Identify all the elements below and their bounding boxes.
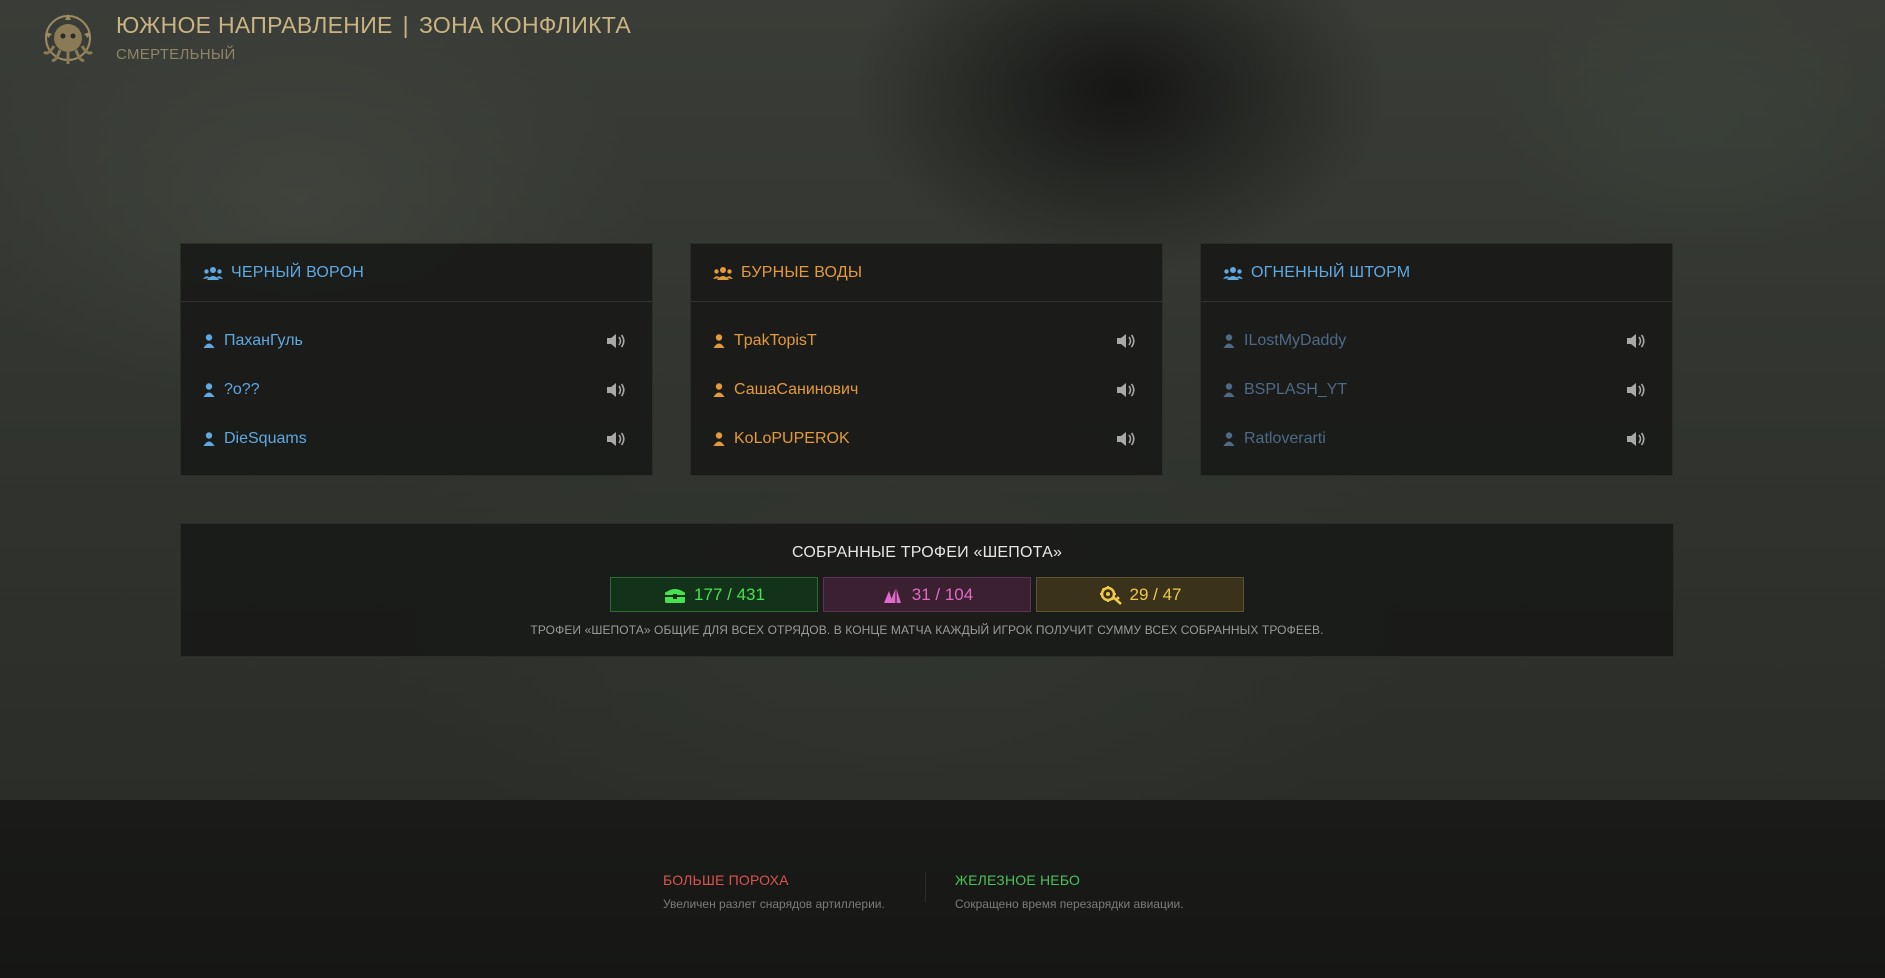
trophy-count: 177 / 431 bbox=[694, 584, 765, 604]
title-separator: | bbox=[402, 12, 409, 38]
bottom-panel bbox=[0, 800, 1885, 978]
group-icon bbox=[713, 266, 733, 280]
player-row[interactable]: СашаСанинович bbox=[713, 375, 1136, 405]
kraken-emblem-icon bbox=[40, 12, 96, 66]
title-mode: ЗОНА КОНФЛИКТА bbox=[418, 12, 632, 38]
player-name: TpakTopisT bbox=[734, 332, 817, 349]
player-row[interactable]: Ratloverarti bbox=[1223, 424, 1646, 454]
player-icon bbox=[713, 383, 725, 397]
player-icon bbox=[203, 334, 215, 348]
squad-name: ЧЕРНЫЙ ВОРОН bbox=[231, 263, 364, 281]
group-icon bbox=[1223, 266, 1243, 280]
squad-panel-black-raven: ЧЕРНЫЙ ВОРОН ПаханГуль ?o?? DieSquams bbox=[180, 243, 653, 476]
speaker-icon[interactable] bbox=[606, 382, 626, 398]
chest-icon bbox=[665, 588, 686, 603]
trophies-panel: СОБРАННЫЕ ТРОФЕИ «ШЕПОТА» 177 / 431 31 /… bbox=[180, 523, 1674, 657]
speaker-icon[interactable] bbox=[606, 333, 626, 349]
squad-panel-firestorm: ОГНЕННЫЙ ШТОРМ ILostMyDaddy BSPLASH_YT R… bbox=[1200, 243, 1673, 476]
squad-name: ОГНЕННЫЙ ШТОРМ bbox=[1251, 263, 1411, 281]
title-region: ЮЖНОЕ НАПРАВЛЕНИЕ bbox=[116, 12, 393, 38]
player-icon bbox=[203, 383, 215, 397]
player-row[interactable]: DieSquams bbox=[203, 424, 626, 454]
speaker-icon[interactable] bbox=[1626, 382, 1646, 398]
player-row[interactable]: ?o?? bbox=[203, 375, 626, 405]
speaker-icon[interactable] bbox=[1116, 431, 1136, 447]
player-name: СашаСанинович bbox=[734, 381, 859, 398]
speaker-icon[interactable] bbox=[606, 431, 626, 447]
trophy-count: 29 / 47 bbox=[1129, 584, 1182, 604]
page-title: ЮЖНОЕ НАПРАВЛЕНИЕ | ЗОНА КОНФЛИКТА bbox=[116, 12, 631, 39]
difficulty-label: СМЕРТЕЛЬНЫЙ bbox=[116, 46, 236, 63]
speaker-icon[interactable] bbox=[1626, 431, 1646, 447]
modifier-description: Сокращено время перезарядки авиации. bbox=[955, 897, 1184, 911]
trophy-count: 31 / 104 bbox=[911, 584, 974, 604]
squad-header: БУРНЫЕ ВОДЫ bbox=[691, 244, 1162, 302]
squad-name: БУРНЫЕ ВОДЫ bbox=[741, 263, 863, 281]
speaker-icon[interactable] bbox=[1116, 382, 1136, 398]
modifier-more-powder: БОЛЬШЕ ПОРОХА Увеличен разлет снарядов а… bbox=[663, 872, 885, 911]
modifier-description: Увеличен разлет снарядов артиллерии. bbox=[663, 897, 885, 911]
crystals-icon bbox=[883, 586, 901, 603]
player-name: ПаханГуль bbox=[224, 332, 303, 349]
trophies-title: СОБРАННЫЕ ТРОФЕИ «ШЕПОТА» bbox=[791, 544, 1063, 561]
player-icon bbox=[1223, 432, 1235, 446]
player-name: Ratloverarti bbox=[1244, 430, 1326, 447]
player-icon bbox=[713, 334, 725, 348]
player-row[interactable]: ПаханГуль bbox=[203, 326, 626, 356]
speaker-icon[interactable] bbox=[1626, 333, 1646, 349]
player-icon bbox=[713, 432, 725, 446]
trophies-note: ТРОФЕИ «ШЕПОТА» ОБЩИЕ ДЛЯ ВСЕХ ОТРЯДОВ. … bbox=[530, 623, 1324, 637]
player-icon bbox=[1223, 383, 1235, 397]
squad-header: ОГНЕННЫЙ ШТОРМ bbox=[1201, 244, 1672, 302]
player-icon bbox=[203, 432, 215, 446]
modifier-title: ЖЕЛЕЗНОЕ НЕБО bbox=[955, 872, 1081, 888]
gear-part-icon bbox=[1099, 585, 1122, 605]
player-name: BSPLASH_YT bbox=[1244, 381, 1348, 398]
modifier-divider bbox=[925, 872, 926, 902]
player-name: KoLoPUPEROK bbox=[734, 430, 850, 447]
speaker-icon[interactable] bbox=[1116, 333, 1136, 349]
trophy-counter-parts: 29 / 47 bbox=[1036, 577, 1244, 612]
squad-panel-stormy-waters: БУРНЫЕ ВОДЫ TpakTopisT СашаСанинович KoL… bbox=[690, 243, 1163, 476]
player-icon bbox=[1223, 334, 1235, 348]
player-name: ?o?? bbox=[224, 381, 260, 398]
group-icon bbox=[203, 266, 223, 280]
player-row[interactable]: TpakTopisT bbox=[713, 326, 1136, 356]
modifier-iron-sky: ЖЕЛЕЗНОЕ НЕБО Сокращено время перезарядк… bbox=[955, 872, 1184, 911]
player-row[interactable]: ILostMyDaddy bbox=[1223, 326, 1646, 356]
player-row[interactable]: KoLoPUPEROK bbox=[713, 424, 1136, 454]
trophy-counter-chest: 177 / 431 bbox=[610, 577, 818, 612]
player-name: DieSquams bbox=[224, 430, 307, 447]
modifier-title: БОЛЬШЕ ПОРОХА bbox=[663, 872, 789, 888]
trophy-counter-crystals: 31 / 104 bbox=[823, 577, 1031, 612]
player-row[interactable]: BSPLASH_YT bbox=[1223, 375, 1646, 405]
squad-header: ЧЕРНЫЙ ВОРОН bbox=[181, 244, 652, 302]
player-name: ILostMyDaddy bbox=[1244, 332, 1347, 349]
